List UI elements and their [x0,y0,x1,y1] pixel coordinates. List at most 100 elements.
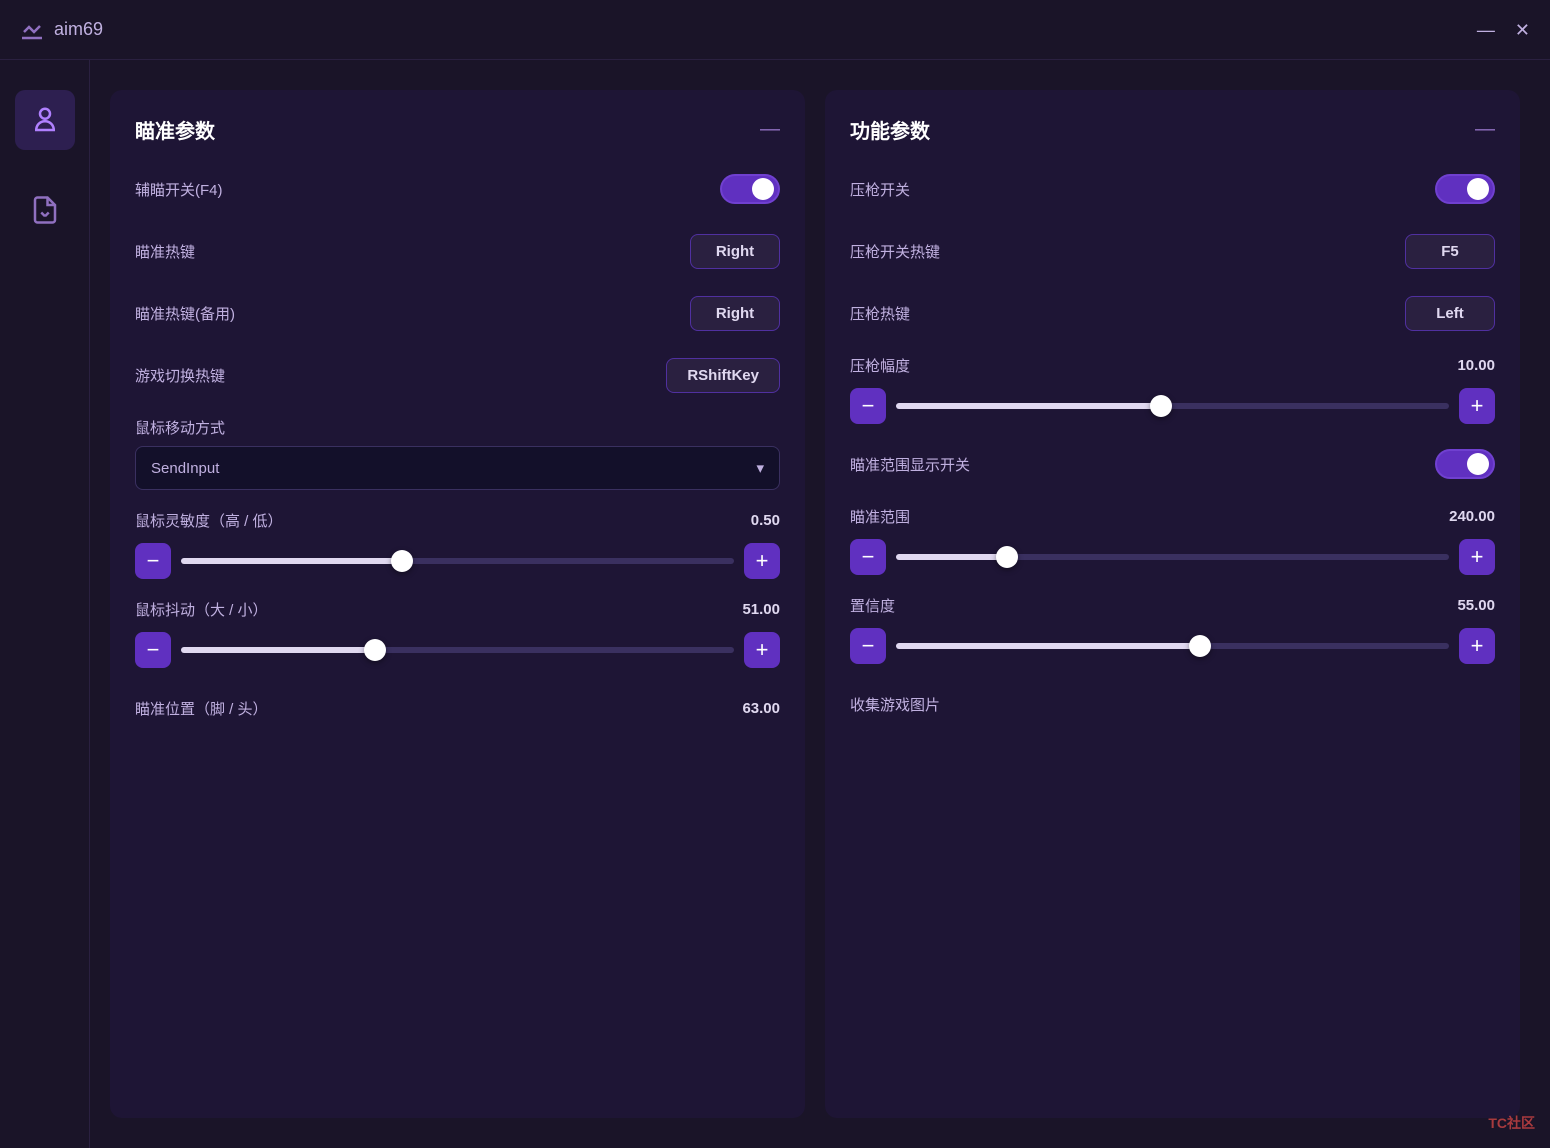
game-switch-hotkey-button[interactable]: RShiftKey [666,358,780,393]
jitter-slider-row: − + [135,632,780,668]
file-icon [30,195,60,225]
aim-switch-row: 辅瞄开关(F4) [135,169,780,209]
confidence-increase-button[interactable]: + [1459,628,1495,664]
recoil-amplitude-increase-button[interactable]: + [1459,388,1495,424]
right-panel-header: 功能参数 — [850,115,1495,144]
recoil-amplitude-track[interactable] [896,403,1449,409]
close-button[interactable]: ✕ [1515,21,1530,39]
recoil-amplitude-label: 压枪幅度 [850,355,910,376]
recoil-amplitude-thumb[interactable] [1150,395,1172,417]
sidebar-item-file[interactable] [15,180,75,240]
sensitivity-increase-button[interactable]: + [744,543,780,579]
jitter-thumb[interactable] [364,639,386,661]
jitter-label: 鼠标抖动（大 / 小） [135,599,268,620]
window-controls: — ✕ [1477,21,1530,39]
collect-images-label: 收集游戏图片 [850,694,940,715]
sensitivity-decrease-button[interactable]: − [135,543,171,579]
recoil-amplitude-slider-row: − + [850,388,1495,424]
right-panel: 功能参数 — 压枪开关 压枪开关热键 F5 压枪热键 Left [825,90,1520,1118]
sidebar-item-person[interactable] [15,90,75,150]
left-panel-title: 瞄准参数 [135,115,215,144]
recoil-key-row: 压枪热键 Left [850,293,1495,333]
confidence-decrease-button[interactable]: − [850,628,886,664]
confidence-label: 置信度 [850,595,895,616]
sensitivity-track[interactable] [181,558,734,564]
recoil-amplitude-decrease-button[interactable]: − [850,388,886,424]
confidence-header: 置信度 55.00 [850,595,1495,616]
confidence-slider-row: − + [850,628,1495,664]
aim-hotkey-alt-button[interactable]: Right [690,296,780,331]
aim-range-toggle-label: 瞄准范围显示开关 [850,454,970,475]
aim-position-row: 瞄准位置（脚 / 头） 63.00 [135,688,780,728]
right-panel-collapse[interactable]: — [1475,118,1495,141]
aim-range-slider-section: 瞄准范围 240.00 − + [850,506,1495,575]
game-switch-hotkey-row: 游戏切换热键 RShiftKey [135,355,780,395]
sensitivity-value: 0.50 [751,512,780,529]
aim-hotkey-button[interactable]: Right [690,234,780,269]
recoil-hotkey-label: 压枪开关热键 [850,241,940,262]
mouse-move-dropdown[interactable]: SendInput ▾ [135,446,780,490]
aim-range-thumb[interactable] [996,546,1018,568]
aim-range-decrease-button[interactable]: − [850,539,886,575]
aim-hotkey-alt-label: 瞄准热键(备用) [135,303,235,324]
aim-range-label: 瞄准范围 [850,506,910,527]
content-area: 瞄准参数 — 辅瞄开关(F4) 瞄准热键 Right 瞄准热键(备用) Righ… [90,60,1550,1148]
sensitivity-thumb[interactable] [391,550,413,572]
jitter-fill [181,647,375,653]
jitter-increase-button[interactable]: + [744,632,780,668]
recoil-switch-label: 压枪开关 [850,179,910,200]
aim-switch-toggle[interactable] [720,174,780,204]
recoil-key-label: 压枪热键 [850,303,910,324]
mouse-move-label: 鼠标移动方式 [135,420,225,437]
right-panel-title: 功能参数 [850,115,930,144]
sensitivity-header: 鼠标灵敏度（高 / 低） 0.50 [135,510,780,531]
recoil-hotkey-row: 压枪开关热键 F5 [850,231,1495,271]
recoil-amplitude-value: 10.00 [1457,357,1495,374]
sensitivity-slider-row: − + [135,543,780,579]
confidence-thumb[interactable] [1189,635,1211,657]
logo-icon [20,18,44,42]
mouse-move-label-row: 鼠标移动方式 [135,417,780,438]
confidence-track[interactable] [896,643,1449,649]
recoil-key-button[interactable]: Left [1405,296,1495,331]
jitter-decrease-button[interactable]: − [135,632,171,668]
jitter-track[interactable] [181,647,734,653]
sensitivity-fill [181,558,402,564]
aim-position-label: 瞄准位置（脚 / 头） [135,698,268,719]
recoil-switch-knob [1467,178,1489,200]
aim-hotkey-alt-row: 瞄准热键(备用) Right [135,293,780,333]
left-panel: 瞄准参数 — 辅瞄开关(F4) 瞄准热键 Right 瞄准热键(备用) Righ… [110,90,805,1118]
confidence-slider-section: 置信度 55.00 − + [850,595,1495,664]
recoil-amplitude-fill [896,403,1161,409]
confidence-fill [896,643,1200,649]
aim-range-track[interactable] [896,554,1449,560]
left-panel-header: 瞄准参数 — [135,115,780,144]
title-bar: aim69 — ✕ [0,0,1550,60]
app-title: aim69 [54,19,103,40]
aim-switch-knob [752,178,774,200]
aim-range-increase-button[interactable]: + [1459,539,1495,575]
aim-switch-label: 辅瞄开关(F4) [135,179,223,200]
aim-range-header: 瞄准范围 240.00 [850,506,1495,527]
recoil-hotkey-button[interactable]: F5 [1405,234,1495,269]
aim-range-fill [896,554,1007,560]
sidebar [0,60,90,1148]
aim-hotkey-row: 瞄准热键 Right [135,231,780,271]
confidence-value: 55.00 [1457,597,1495,614]
sensitivity-slider-section: 鼠标灵敏度（高 / 低） 0.50 − + [135,510,780,579]
aim-range-toggle[interactable] [1435,449,1495,479]
left-panel-collapse[interactable]: — [760,118,780,141]
main-layout: 瞄准参数 — 辅瞄开关(F4) 瞄准热键 Right 瞄准热键(备用) Righ… [0,60,1550,1148]
collect-images-row: 收集游戏图片 [850,684,1495,724]
aim-range-value: 240.00 [1449,508,1495,525]
minimize-button[interactable]: — [1477,21,1495,39]
recoil-switch-toggle[interactable] [1435,174,1495,204]
jitter-slider-section: 鼠标抖动（大 / 小） 51.00 − + [135,599,780,668]
app-logo: aim69 [20,18,103,42]
game-switch-hotkey-label: 游戏切换热键 [135,365,225,386]
person-icon [30,105,60,135]
recoil-switch-row: 压枪开关 [850,169,1495,209]
sensitivity-label: 鼠标灵敏度（高 / 低） [135,510,283,531]
jitter-header: 鼠标抖动（大 / 小） 51.00 [135,599,780,620]
recoil-amplitude-header: 压枪幅度 10.00 [850,355,1495,376]
